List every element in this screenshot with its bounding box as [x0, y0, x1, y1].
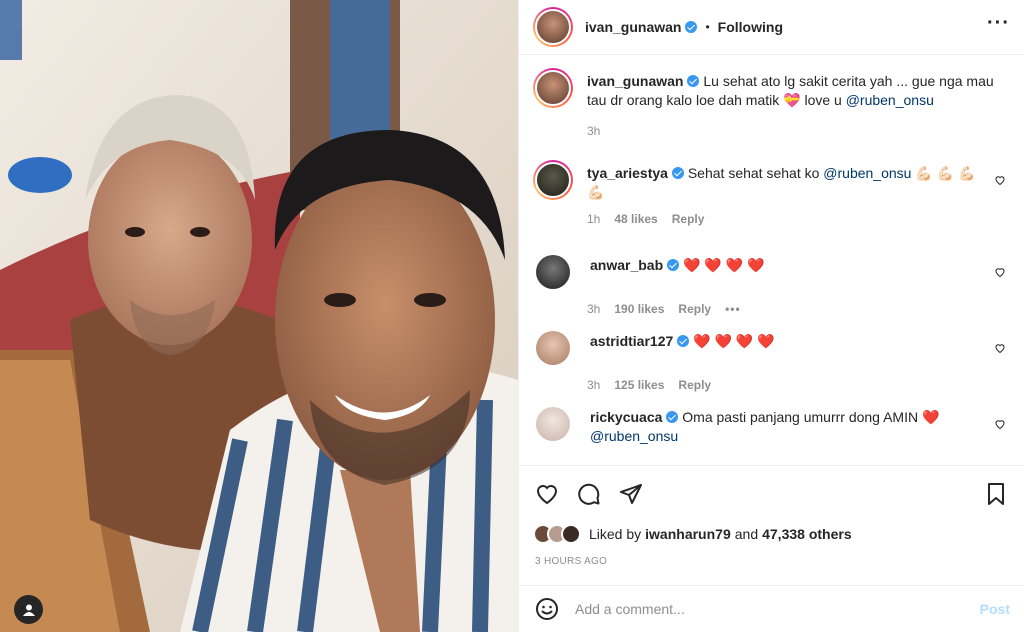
comment-avatar[interactable]	[536, 407, 570, 441]
liked-by-user-link[interactable]: iwanharun79	[645, 526, 731, 542]
bookmark-icon[interactable]	[984, 482, 1008, 506]
add-comment-input[interactable]: Add a comment...	[575, 601, 980, 617]
header-separator: •	[705, 20, 710, 34]
comment-item: anwar_bab ❤️ ❤️ ❤️ ❤️ 3h 190 likes Reply…	[533, 252, 1010, 316]
comment-more-icon[interactable]: •••	[725, 302, 741, 316]
comment-reply-button[interactable]: Reply	[672, 212, 705, 226]
caption-mention-link[interactable]: @ruben_onsu	[846, 92, 934, 108]
comment-likes[interactable]: 190 likes	[614, 302, 664, 316]
comment-item: rickycuaca Oma pasti panjang umurrr dong…	[533, 404, 1010, 446]
comment-like-heart-icon[interactable]	[994, 266, 1006, 278]
comment-text-block: rickycuaca Oma pasti panjang umurrr dong…	[590, 404, 1010, 446]
verified-badge-icon	[666, 411, 679, 423]
comment-item: astridtiar127 ❤️ ❤️ ❤️ ❤️ 3h 125 likes R…	[533, 328, 1010, 392]
post-image	[0, 0, 518, 632]
comment-time: 3h	[587, 302, 601, 316]
post-side-panel: ivan_gunawan • Following ··· ivan_gunawa…	[518, 0, 1024, 632]
caption-text-2: love u	[804, 92, 842, 108]
comment-avatar[interactable]	[536, 255, 570, 289]
liked-and-label: and	[734, 526, 759, 542]
caption-avatar[interactable]	[533, 68, 573, 108]
comment-likes[interactable]: 48 likes	[614, 212, 657, 226]
comment-meta: 1h 48 likes Reply	[587, 212, 1010, 226]
liker-avatar[interactable]	[561, 524, 581, 544]
paper-plane-icon[interactable]	[619, 482, 643, 506]
post-timestamp[interactable]: 3 HOURS AGO	[535, 556, 607, 567]
smiley-icon[interactable]	[535, 597, 559, 621]
comment-text-block: tya_ariestya Sehat sehat sehat ko @ruben…	[587, 160, 1010, 202]
liked-avatars	[533, 524, 581, 544]
caption-emoji: 💝	[783, 92, 801, 108]
comment-like-heart-icon[interactable]	[994, 174, 1006, 186]
comment-avatar[interactable]	[533, 160, 573, 200]
post-header: ivan_gunawan • Following ···	[519, 0, 1024, 55]
caption-time: 3h	[587, 124, 601, 138]
comment-mention-link[interactable]: @ruben_onsu	[823, 165, 911, 181]
comment-text: ❤️ ❤️ ❤️ ❤️	[683, 257, 765, 273]
comment-icon[interactable]	[577, 482, 601, 506]
comment-username[interactable]: tya_ariestya	[587, 165, 668, 181]
more-dots-icon[interactable]: ···	[987, 13, 1010, 36]
comment-time: 3h	[587, 378, 601, 392]
verified-badge-icon	[667, 259, 680, 271]
post-photo[interactable]	[0, 0, 518, 632]
comment-reply-button[interactable]: Reply	[678, 302, 711, 316]
post-action-bar	[533, 480, 1010, 510]
post-comment-button[interactable]: Post	[980, 601, 1010, 617]
tagged-user-icon[interactable]	[14, 595, 43, 624]
comment-mention-link[interactable]: @ruben_onsu	[590, 428, 678, 444]
post-viewer: ivan_gunawan • Following ··· ivan_gunawa…	[0, 0, 1024, 632]
post-caption: ivan_gunawan Lu sehat ato lg sakit cerit…	[533, 68, 1010, 138]
comment-text-block: anwar_bab ❤️ ❤️ ❤️ ❤️	[590, 252, 1010, 292]
comment-username[interactable]: anwar_bab	[590, 257, 663, 273]
verified-badge-icon	[687, 75, 700, 87]
comment-username[interactable]: astridtiar127	[590, 333, 673, 349]
comment-text: ❤️ ❤️ ❤️ ❤️	[693, 333, 775, 349]
heart-icon[interactable]	[535, 482, 559, 506]
caption-meta: 3h	[587, 124, 1010, 138]
following-button[interactable]: Following	[718, 19, 783, 35]
comment-like-heart-icon[interactable]	[994, 418, 1006, 430]
comment-username[interactable]: rickycuaca	[590, 409, 662, 425]
add-comment-bar: Add a comment... Post	[519, 585, 1024, 632]
comment-meta: 3h 190 likes Reply •••	[587, 302, 1010, 316]
comment-text: Sehat sehat sehat ko	[687, 165, 820, 181]
comment-like-heart-icon[interactable]	[994, 342, 1006, 354]
verified-badge-icon	[677, 335, 690, 347]
comment-reply-button[interactable]: Reply	[678, 378, 711, 392]
comment-emoji: ❤️	[921, 409, 940, 425]
author-username[interactable]: ivan_gunawan	[585, 19, 698, 35]
verified-badge-icon	[671, 167, 684, 179]
liked-by-label: Liked by	[589, 526, 642, 542]
comment-meta: 3h 125 likes Reply	[587, 378, 1010, 392]
comment-time: 1h	[587, 212, 601, 226]
liked-others-link[interactable]: 47,338 others	[762, 526, 852, 542]
comment-text: Oma pasti panjang umurrr dong AMIN	[682, 409, 919, 425]
comment-avatar[interactable]	[536, 331, 570, 365]
caption-username[interactable]: ivan_gunawan	[587, 73, 683, 89]
comment-text-block: astridtiar127 ❤️ ❤️ ❤️ ❤️	[590, 328, 1010, 368]
caption-text-block: ivan_gunawan Lu sehat ato lg sakit cerit…	[587, 68, 1010, 110]
author-avatar[interactable]	[533, 7, 573, 47]
comment-likes[interactable]: 125 likes	[614, 378, 664, 392]
likes-summary: Liked by iwanharun79 and 47,338 others	[533, 524, 1010, 544]
verified-badge-icon	[685, 21, 698, 33]
comments-list[interactable]: ivan_gunawan Lu sehat ato lg sakit cerit…	[519, 56, 1024, 466]
author-username-text[interactable]: ivan_gunawan	[585, 19, 681, 35]
comment-item: tya_ariestya Sehat sehat sehat ko @ruben…	[533, 160, 1010, 226]
